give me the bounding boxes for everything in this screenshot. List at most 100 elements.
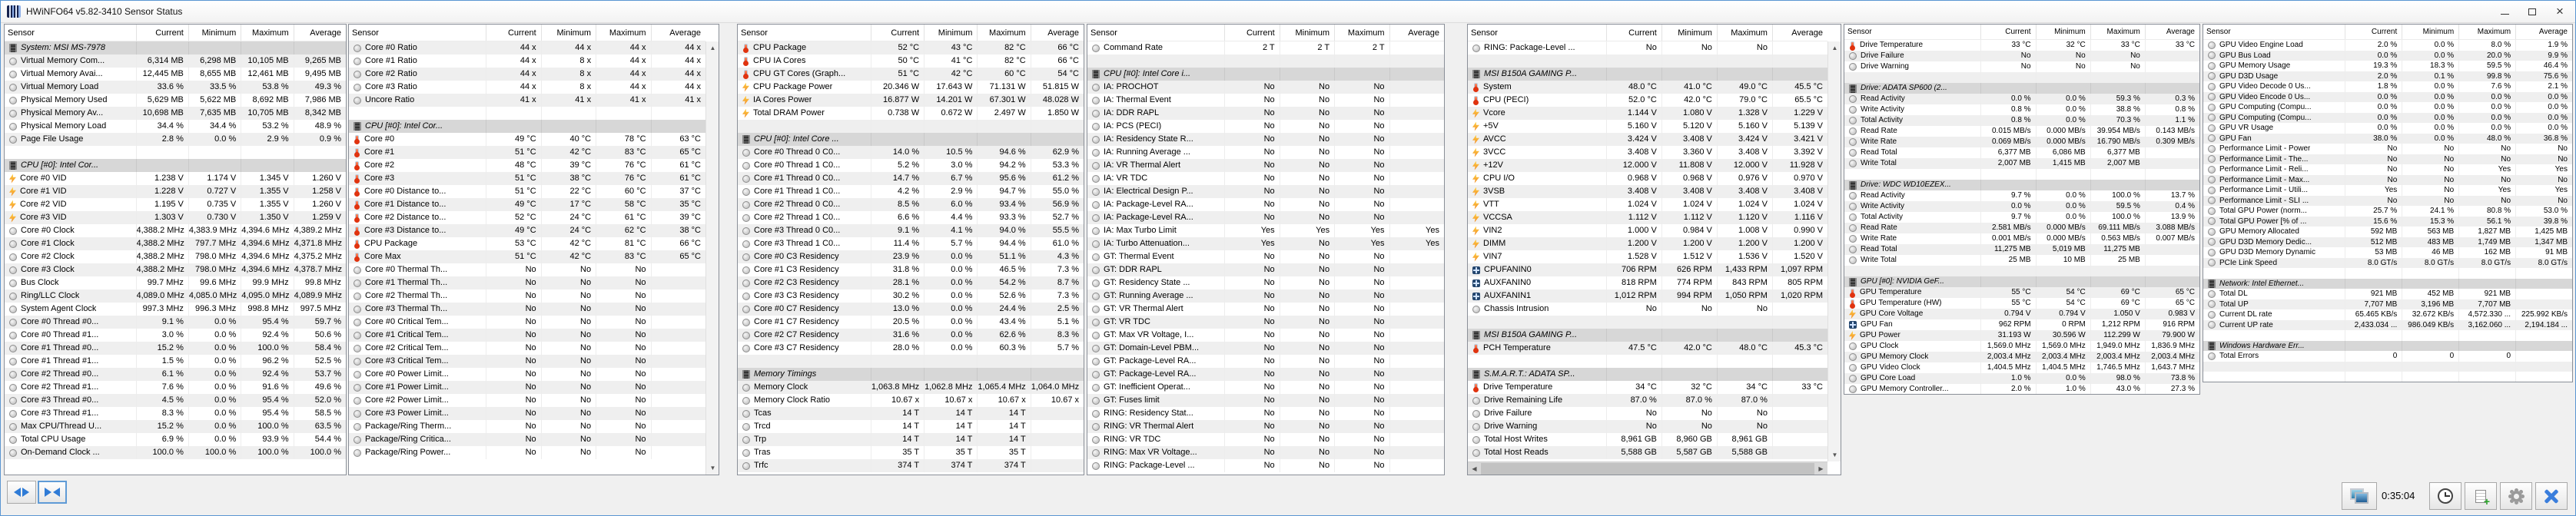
- sensor-row[interactable]: GPU Computing (Compu...0.0 %0.0 %0.0 %0.…: [2203, 102, 2572, 113]
- sensor-row[interactable]: Write Activity0.0 %0.0 %59.5 %0.4 %: [1844, 201, 2199, 212]
- section-header-row[interactable]: System: MSI MS-7978: [5, 41, 346, 55]
- sensor-row[interactable]: Core #2 Thread 1 C0...6.6 %4.4 %93.3 %52…: [738, 211, 1084, 224]
- sensor-row[interactable]: Uncore Ratio41 x41 x41 x41 x: [349, 94, 705, 107]
- sensor-row[interactable]: Performance Limit - Utili...YesNoYesYes: [2203, 185, 2572, 196]
- sensor-row[interactable]: Total CPU Usage6.9 %0.0 %93.9 %54.4 %: [5, 433, 346, 446]
- sensor-row[interactable]: Core #248 °C39 °C76 °C61 °C: [349, 159, 705, 172]
- sensor-row[interactable]: Total Errors000: [2203, 351, 2572, 362]
- sensor-row[interactable]: Total Activity0.8 %0.0 %70.3 %1.1 %: [1844, 115, 2199, 126]
- section-header-row[interactable]: GPU [#0]: NVIDIA GeF...: [1844, 276, 2199, 287]
- sensor-row[interactable]: IA: Electrical Design P...NoNoNo: [1087, 185, 1444, 198]
- sensor-row[interactable]: Total DRAM Power0.738 W0.672 W2.497 W1.8…: [738, 107, 1084, 120]
- sensor-row[interactable]: Core #0 VID1.238 V1.174 V1.345 V1.260 V: [5, 172, 346, 185]
- scroll-up-arrow[interactable]: ▲: [1828, 41, 1841, 55]
- sensor-row[interactable]: Performance Limit - The...NoNoNoNo: [2203, 154, 2572, 165]
- sensor-row[interactable]: GPU Video Clock1,404.5 MHz1,404.5 MHz1,7…: [1844, 362, 2199, 373]
- column-header-average[interactable]: Average: [1772, 25, 1827, 41]
- maximize-button[interactable]: [2518, 1, 2546, 22]
- sensor-row[interactable]: Tcas14 T14 T14 T: [738, 407, 1084, 420]
- sensor-row[interactable]: Core #3 Clock4,388.2 MHz798.0 MHz4,394.6…: [5, 263, 346, 276]
- sensor-row[interactable]: GT: VR TDCNoNoNo: [1087, 316, 1444, 329]
- sensor-row[interactable]: Core #0 C7 Residency13.0 %0.0 %24.4 %2.5…: [738, 303, 1084, 316]
- section-header-row[interactable]: CPU [#0]: Intel Cor...: [5, 159, 346, 172]
- sensor-row[interactable]: Core #2 Distance to...52 °C24 °C61 °C39 …: [349, 211, 705, 224]
- sensor-row[interactable]: GT: DDR RAPLNoNoNo: [1087, 263, 1444, 276]
- column-header-maximum[interactable]: Maximum: [2090, 25, 2145, 39]
- sensor-row[interactable]: Core #2 Power Limit...NoNoNo: [349, 394, 705, 407]
- column-header-sensor[interactable]: Sensor: [738, 25, 871, 41]
- sensor-row[interactable]: PCH Temperature47.5 °C42.0 °C48.0 °C45.3…: [1468, 342, 1827, 355]
- sensor-row[interactable]: Core #0 C3 Residency23.9 %0.0 %51.1 %4.3…: [738, 250, 1084, 263]
- sensor-row[interactable]: Core #3 Power Limit...NoNoNo: [349, 407, 705, 420]
- scroll-down-arrow[interactable]: ▼: [706, 461, 719, 475]
- sensor-row[interactable]: IA: PCS (PECI)NoNoNo: [1087, 120, 1444, 133]
- sensor-row[interactable]: Read Activity0.0 %0.0 %59.3 %0.3 %: [1844, 94, 2199, 104]
- column-header-current[interactable]: Current: [1606, 25, 1661, 41]
- sensor-row[interactable]: PCIe Link Speed8.0 GT/s8.0 GT/s8.0 GT/s8…: [2203, 258, 2572, 269]
- sensor-row[interactable]: Physical Memory Load34.4 %34.4 %53.2 %48…: [5, 120, 346, 133]
- sensor-row[interactable]: Core #1 Thread #1...1.5 %0.0 %96.2 %52.5…: [5, 355, 346, 368]
- sensor-row[interactable]: CPU I/O0.968 V0.968 V0.976 V0.970 V: [1468, 172, 1827, 185]
- sensor-row[interactable]: Total DL921 MB452 MB921 MB: [2203, 289, 2572, 299]
- sensor-row[interactable]: Core Max51 °C42 °C83 °C65 °C: [349, 250, 705, 263]
- sensor-row[interactable]: Page File Usage2.8 %0.0 %2.9 %0.9 %: [5, 133, 346, 146]
- expand-columns-button[interactable]: [7, 481, 36, 504]
- sensor-row[interactable]: GPU D3D Memory Dynamic53 MB46 MB162 MB91…: [2203, 247, 2572, 258]
- sensor-row[interactable]: GPU Fan38.0 %0.0 %48.0 %36.8 %: [2203, 134, 2572, 144]
- sensor-row[interactable]: Trfc374 T374 T374 T: [738, 459, 1084, 472]
- sensor-row[interactable]: Core #0 Ratio44 x44 x44 x44 x: [349, 41, 705, 55]
- sensor-row[interactable]: GPU Bus Load0.0 %0.0 %20.0 %9.9 %: [2203, 51, 2572, 61]
- sensor-row[interactable]: Total UP7,707 MB3,196 MB7,707 MB: [2203, 299, 2572, 310]
- sensor-row[interactable]: Write Total2,007 MB1,415 MB2,007 MB: [1844, 158, 2199, 169]
- scrollbar-thumb[interactable]: [1481, 463, 1814, 475]
- sensor-row[interactable]: Vcore1.144 V1.080 V1.328 V1.229 V: [1468, 107, 1827, 120]
- vertical-scrollbar[interactable]: ▲▼: [705, 41, 719, 475]
- column-header-sensor[interactable]: Sensor: [1087, 25, 1224, 41]
- sensor-row[interactable]: Core #1 Thermal Th...NoNoNo: [349, 276, 705, 289]
- sensor-row[interactable]: Drive FailureNoNoNo: [1468, 407, 1827, 420]
- column-header-sensor[interactable]: Sensor: [5, 25, 136, 41]
- column-header-current[interactable]: Current: [136, 25, 188, 41]
- sensor-row[interactable]: IA: Turbo Attenuation...YesNoYesYes: [1087, 237, 1444, 250]
- sensor-row[interactable]: Core #0 Thread #1...3.0 %0.0 %92.4 %50.6…: [5, 329, 346, 342]
- remote-monitoring-button[interactable]: [2342, 482, 2377, 510]
- section-header-row[interactable]: MSI B150A GAMING P...: [1468, 329, 1827, 342]
- sensor-row[interactable]: Package/Ring Critica...NoNoNo: [349, 433, 705, 446]
- sensor-row[interactable]: AUXFANIN11,012 RPM994 RPM1,050 RPM1,020 …: [1468, 289, 1827, 303]
- vertical-scrollbar[interactable]: ▲▼: [1827, 41, 1841, 461]
- sensor-row[interactable]: Core #3 Thread #0...4.5 %0.0 %95.4 %52.0…: [5, 394, 346, 407]
- sensor-row[interactable]: Physical Memory Av...10,698 MB7,635 MB10…: [5, 107, 346, 120]
- column-header-sensor[interactable]: Sensor: [1844, 25, 1980, 39]
- sensor-row[interactable]: Total Host Writes8,961 GB8,960 GB8,961 G…: [1468, 433, 1827, 446]
- sensor-row[interactable]: Core #0 Thread 0 C0...14.0 %10.5 %94.6 %…: [738, 146, 1084, 159]
- sensor-row[interactable]: Core #3 Thermal Th...NoNoNo: [349, 303, 705, 316]
- sensor-row[interactable]: Write Rate0.069 MB/s0.000 MB/s16.790 MB/…: [1844, 137, 2199, 147]
- sensor-row[interactable]: GPU Memory Allocated592 MB563 MB1,827 MB…: [2203, 227, 2572, 237]
- sensor-row[interactable]: Core #0 Clock4,388.2 MHz4,383.9 MHz4,394…: [5, 224, 346, 237]
- sensor-row[interactable]: Package/Ring Therm...NoNoNo: [349, 420, 705, 433]
- sensor-row[interactable]: Virtual Memory Avai...12,445 MB8,655 MB1…: [5, 68, 346, 81]
- sensor-row[interactable]: GPU Temperature55 °C54 °C69 °C65 °C: [1844, 287, 2199, 298]
- sensor-row[interactable]: Core #2 C7 Residency31.6 %0.0 %62.6 %8.3…: [738, 329, 1084, 342]
- sensor-row[interactable]: System Agent Clock997.3 MHz996.3 MHz998.…: [5, 303, 346, 316]
- sensor-row[interactable]: Performance Limit - PowerNoNoNoNo: [2203, 144, 2572, 154]
- sensor-row[interactable]: Max CPU/Thread U...15.2 %0.0 %100.0 %63.…: [5, 420, 346, 433]
- sensor-row[interactable]: Core #2 Clock4,388.2 MHz798.0 MHz4,394.6…: [5, 250, 346, 263]
- section-header-row[interactable]: CPU [#0]: Intel Core ...: [738, 133, 1084, 146]
- horizontal-scrollbar[interactable]: ◀▶: [1468, 461, 1827, 475]
- sensor-row[interactable]: CPU Package Power20.346 W17.643 W71.131 …: [738, 81, 1084, 94]
- sensor-row[interactable]: Memory Clock1,063.8 MHz1,062.8 MHz1,065.…: [738, 381, 1084, 394]
- column-header-maximum[interactable]: Maximum: [977, 25, 1030, 41]
- sensor-row[interactable]: Core #0 Distance to...51 °C22 °C60 °C37 …: [349, 185, 705, 198]
- sensor-row[interactable]: Bus Clock99.7 MHz99.6 MHz99.9 MHz99.8 MH…: [5, 276, 346, 289]
- sensor-row[interactable]: Core #0 Critical Tem...NoNoNo: [349, 316, 705, 329]
- scroll-left-arrow[interactable]: ◀: [1468, 462, 1481, 475]
- sensor-row[interactable]: Core #3 Thread 1 C0...11.4 %5.7 %94.4 %6…: [738, 237, 1084, 250]
- sensor-row[interactable]: GPU D3D Memory Dedic...512 MB483 MB1,749…: [2203, 237, 2572, 248]
- sensor-row[interactable]: GPU Core Voltage0.794 V0.794 V1.050 V0.9…: [1844, 309, 2199, 319]
- sensor-row[interactable]: Core #351 °C38 °C76 °C61 °C: [349, 172, 705, 185]
- sensor-row[interactable]: AUXFANIN0818 RPM774 RPM843 RPM805 RPM: [1468, 276, 1827, 289]
- sensor-row[interactable]: Chassis IntrusionNoNoNo: [1468, 303, 1827, 316]
- sensor-row[interactable]: +12V12.000 V11.808 V12.000 V11.928 V: [1468, 159, 1827, 172]
- sensor-row[interactable]: Core #1 Distance to...49 °C17 °C58 °C35 …: [349, 198, 705, 211]
